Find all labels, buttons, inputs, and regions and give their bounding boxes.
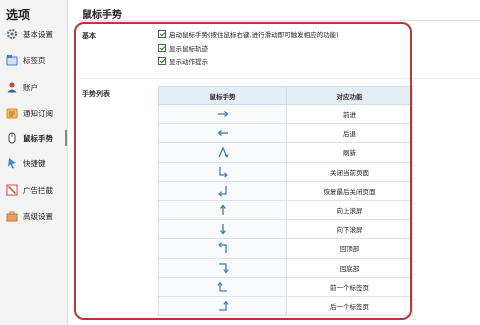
sidebar-item-tabs[interactable]: 标签页 (0, 50, 67, 70)
mouse-gesture-icon (8, 132, 16, 144)
sidebar-item-label: 快捷键 (23, 158, 46, 168)
bell-icon (6, 108, 18, 119)
highlight-outline (74, 22, 412, 320)
sidebar-item-label: 基本设置 (23, 29, 53, 39)
toolbox-icon (6, 211, 18, 222)
ad-block-icon (6, 184, 18, 196)
tabs-icon (6, 55, 18, 66)
sidebar-item-shortcuts[interactable]: 快捷键 (0, 153, 67, 173)
page-title: 鼠标手势 (82, 10, 122, 21)
title-divider (78, 20, 480, 21)
sidebar-item-mouse-gestures[interactable]: 鼠标手势 (0, 128, 67, 148)
sidebar-item-ad-block[interactable]: 广告拦截 (0, 180, 67, 200)
sidebar-item-label: 高级设置 (23, 211, 53, 221)
sidebar-item-account[interactable]: 账户 (0, 77, 67, 97)
gear-icon (7, 29, 17, 39)
sidebar-item-advanced[interactable]: 高级设置 (0, 206, 67, 226)
sidebar-item-label: 账户 (23, 82, 38, 92)
keyboard-icon (8, 158, 16, 169)
sidebar-item-label: 鼠标手势 (23, 133, 53, 143)
active-indicator (65, 130, 67, 146)
sidebar-item-label: 通知订阅 (23, 108, 53, 118)
sidebar-item-label: 广告拦截 (23, 185, 53, 195)
sidebar-title: 选项 (6, 8, 31, 22)
sidebar: 选项 基本设置 标签页 账户 通知订阅 鼠标手势 快捷键 广告拦截 高级设置 (0, 0, 68, 325)
sidebar-item-basic-settings[interactable]: 基本设置 (0, 24, 67, 44)
sidebar-item-notifications[interactable]: 通知订阅 (0, 103, 67, 123)
account-icon (7, 82, 17, 93)
sidebar-item-label: 标签页 (23, 55, 46, 65)
